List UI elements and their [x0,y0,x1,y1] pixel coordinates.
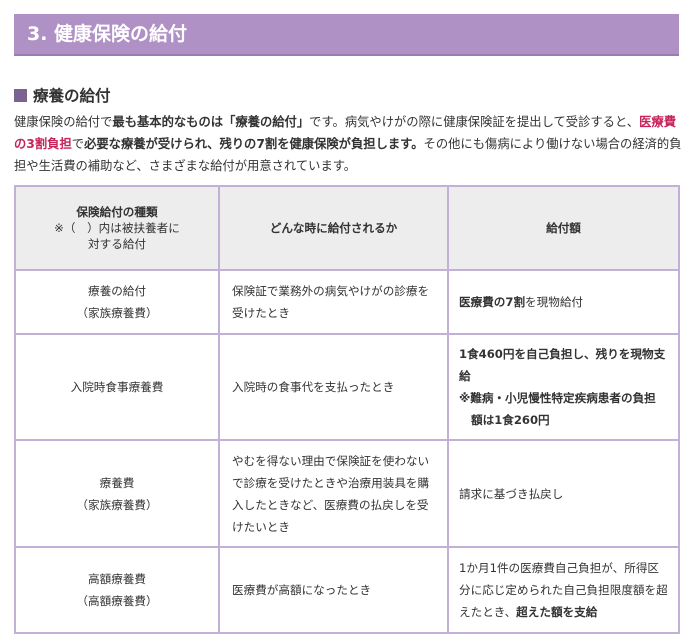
benefit-name: 療養の給付 [88,284,146,298]
benefit-type-cell: 療養の給付 （家族療養費） [14,269,220,335]
benefit-name: 入院時食事療養費 [70,380,164,394]
benefits-table: 保険給付の種類 ※（ ）内は被扶養者に 対する給付 どんな時に給付されるか 給付… [14,185,680,634]
intro-text: 健康保険の給付で [14,115,113,129]
amount-bold: 医療費の7割 [459,295,526,309]
benefit-when-cell: 保険証で業務外の病気やけがの診療を受けたとき [218,269,449,335]
section-heading: 療養の給付 [14,85,111,105]
page-heading: 3. 健康保険の給付 [14,14,679,56]
benefit-dependent-name: （高額療養費） [76,594,158,608]
table-header-row: 保険給付の種類 ※（ ）内は被扶養者に 対する給付 どんな時に給付されるか 給付… [14,185,680,271]
benefit-amount-cell: 1か月1件の医療費自己負担が、所得区分に応じ定められた自己負担限度額を超えたとき… [447,546,680,634]
benefit-when-cell: やむを得ない理由で保険証を使わないで診療を受けたときや治療用装具を購入したときな… [218,439,449,548]
benefit-type-cell: 療養費 （家族療養費） [14,439,220,548]
amount-text: を現物給付 [525,295,584,309]
benefit-amount-cell: 医療費の7割を現物給付 [447,269,680,335]
benefit-name: 高額療養費 [88,572,146,586]
amount-bold: 超えた額を支給 [516,605,598,619]
amount-note: ※難病・小児慢性特定疾病患者の負担 [459,391,656,405]
header-type-title: 保険給付の種類 [76,205,158,219]
table-row: 入院時食事療養費 入院時の食事代を支払ったとき 1食460円を自己負担し、残りを… [14,333,680,441]
header-type: 保険給付の種類 ※（ ）内は被扶養者に 対する給付 [14,185,220,271]
benefit-amount-cell: 請求に基づき払戻し [447,439,680,548]
benefit-dependent-name: （家族療養費） [76,306,158,320]
intro-bold: 最も基本的なものは「療養の給付」 [112,115,310,129]
header-amount: 給付額 [447,185,680,271]
header-type-note: 対する給付 [88,237,146,251]
table-row: 療養の給付 （家族療養費） 保険証で業務外の病気やけがの診療を受けたとき 医療費… [14,269,680,335]
intro-bold: 必要な療養が受けられ、残りの7割を健康保険が負担します。 [84,137,424,151]
intro-text: です。病気やけがの際に健康保険証を提出して受診すると、 [309,115,640,129]
table-row: 療養費 （家族療養費） やむを得ない理由で保険証を使わないで診療を受けたときや治… [14,439,680,548]
benefit-name: 療養費 [99,475,135,490]
benefit-type-cell: 高額療養費 （高額療養費） [14,546,220,634]
table-row: 高額療養費 （高額療養費） 医療費が高額になったとき 1か月1件の医療費自己負担… [14,546,680,634]
header-type-note: ※（ ）内は被扶養者に [54,221,180,235]
benefit-when-cell: 医療費が高額になったとき [218,546,449,634]
benefit-type-cell: 入院時食事療養費 [14,333,220,441]
amount-bold: 1食460円を自己負担し、残りを現物支給 [459,347,666,383]
benefit-amount-cell: 1食460円を自己負担し、残りを現物支給 ※難病・小児慢性特定疾病患者の負担 額… [447,333,680,441]
intro-paragraph: 健康保険の給付で最も基本的なものは「療養の給付」です。病気やけがの際に健康保険証… [14,111,682,177]
benefit-dependent-name: （家族療養費） [76,497,158,512]
amount-note: 額は1食260円 [471,413,550,427]
benefit-when-cell: 入院時の食事代を支払ったとき [218,333,449,441]
intro-text: で [71,137,85,151]
header-when: どんな時に給付されるか [218,185,449,271]
square-bullet-icon [14,88,27,102]
section-title: 療養の給付 [33,87,111,105]
